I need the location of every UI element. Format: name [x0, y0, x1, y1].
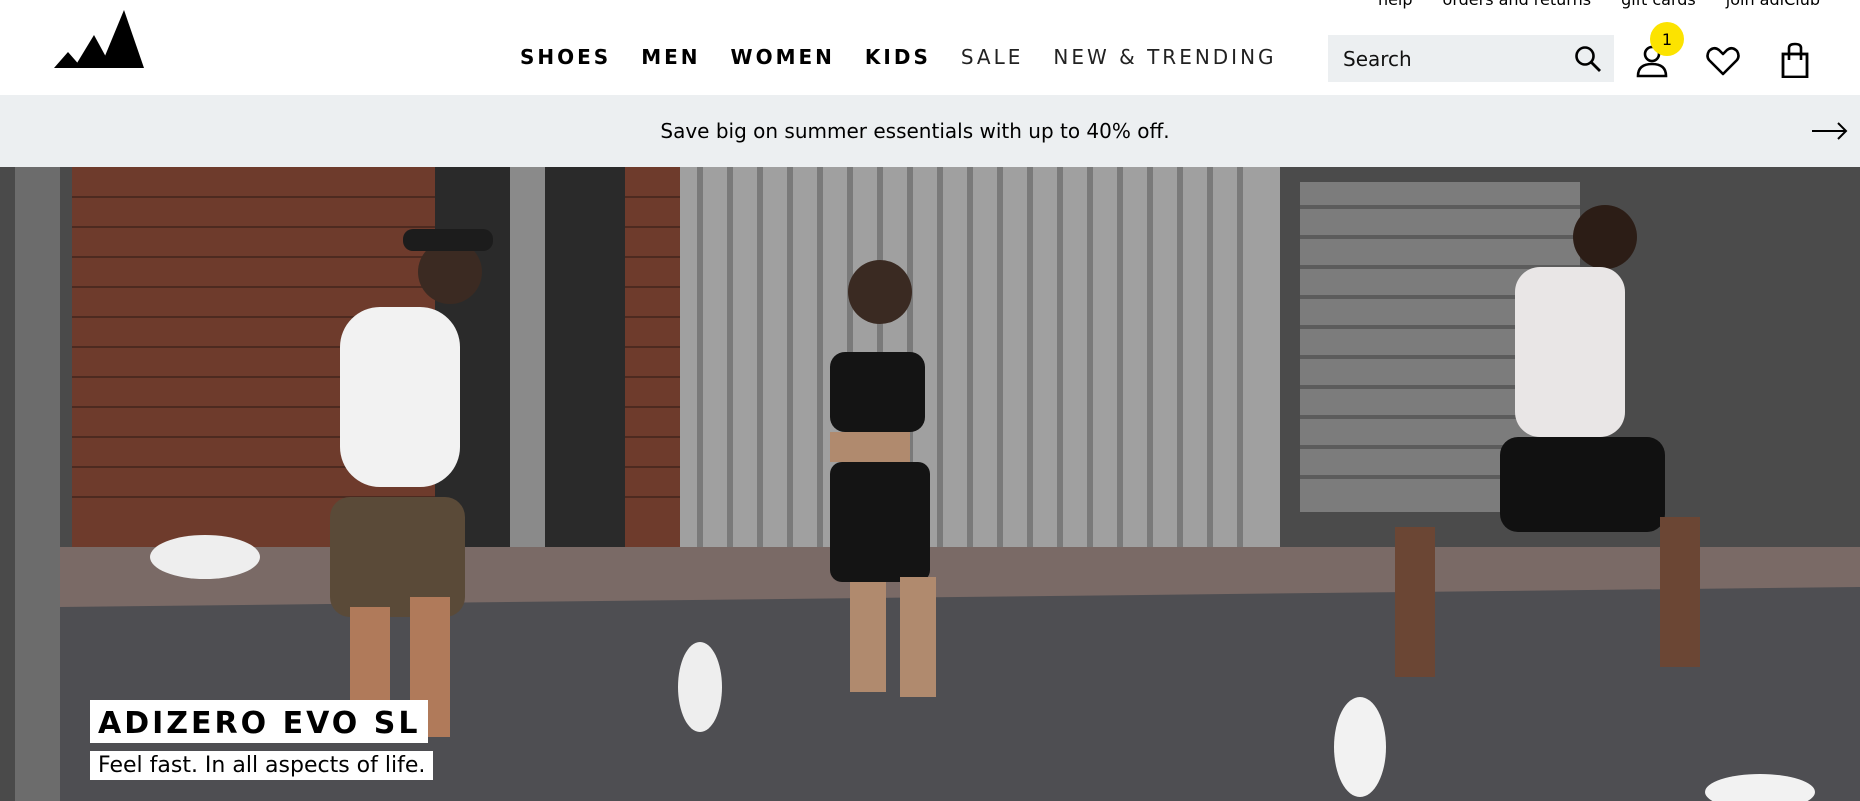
nav-item-kids[interactable]: KIDS	[865, 45, 931, 69]
hero-subtitle: Feel fast. In all aspects of life.	[90, 751, 434, 780]
arrow-right-icon[interactable]	[1812, 119, 1848, 143]
nav-item-women[interactable]: WOMEN	[731, 45, 835, 69]
utility-links: help orders and returns gift cards join …	[1378, 0, 1820, 9]
nav-item-shoes[interactable]: SHOES	[520, 45, 611, 69]
hero-banner[interactable]: ADIZERO EVO SL Feel fast. In all aspects…	[0, 167, 1860, 801]
help-link[interactable]: help	[1378, 0, 1413, 9]
shopping-bag-icon[interactable]	[1777, 42, 1813, 78]
nav-item-sale[interactable]: SALE	[961, 45, 1024, 69]
orders-returns-link[interactable]: orders and returns	[1443, 0, 1592, 9]
nav-item-new-trending[interactable]: NEW & TRENDING	[1053, 45, 1276, 69]
search-input[interactable]	[1328, 46, 1563, 71]
adidas-logo[interactable]	[54, 10, 144, 68]
search-box	[1328, 35, 1614, 82]
top-header: help orders and returns gift cards join …	[0, 0, 1860, 95]
heart-icon[interactable]	[1705, 42, 1741, 78]
account-badge: 1	[1650, 22, 1684, 56]
promo-text: Save big on summer essentials with up to…	[660, 119, 1170, 143]
nav-item-men[interactable]: MEN	[641, 45, 700, 69]
search-icon[interactable]	[1574, 45, 1602, 73]
hero-title: ADIZERO EVO SL	[90, 700, 429, 743]
main-nav: SHOES MEN WOMEN KIDS SALE NEW & TRENDING	[520, 45, 1277, 69]
promo-banner[interactable]: Save big on summer essentials with up to…	[0, 95, 1860, 167]
gift-cards-link[interactable]: gift cards	[1621, 0, 1696, 9]
join-adiclub-link[interactable]: join adiClub	[1726, 0, 1820, 9]
